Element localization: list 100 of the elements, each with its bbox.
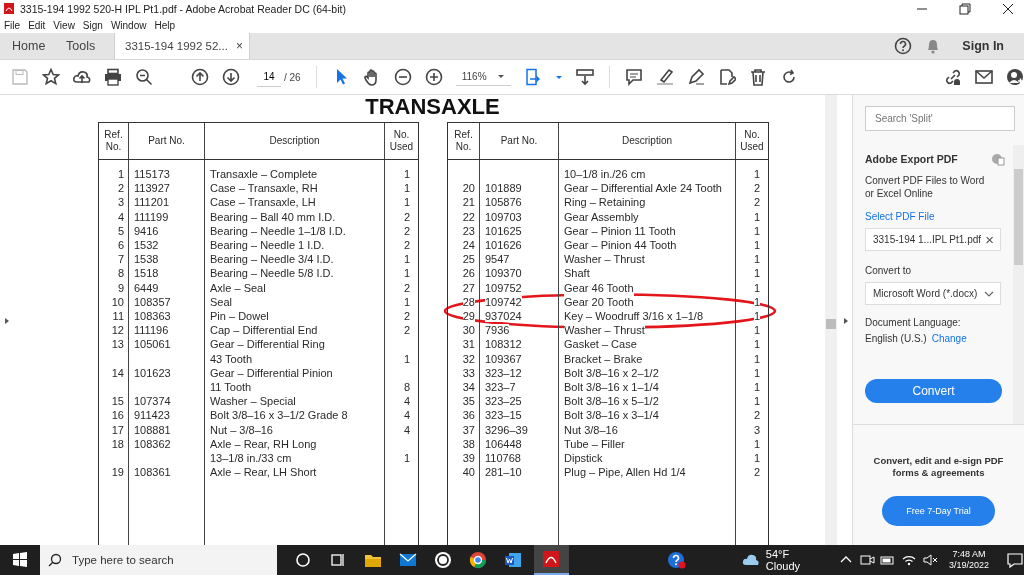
table-cell: 28 [462, 295, 475, 308]
table-cell: 15 [111, 395, 124, 408]
help-icon[interactable] [894, 37, 913, 55]
table-cell: 109370 [485, 267, 522, 280]
file-field[interactable]: 3315-194 1...IPL Pt1.pdf × [865, 228, 1001, 251]
table-cell: 20 [462, 182, 475, 195]
browser-icon[interactable] [468, 551, 487, 569]
taskbar-search-field[interactable]: Type here to search [40, 545, 277, 575]
table-cell: 9416 [134, 224, 159, 237]
circle-logo-icon[interactable] [433, 551, 452, 569]
table-cell: 106448 [485, 437, 522, 450]
table-cell: 23 [462, 224, 475, 237]
table-cell: 101626 [485, 239, 522, 251]
add-user-icon[interactable] [1006, 68, 1024, 86]
zoom-in-icon[interactable] [424, 68, 443, 86]
speaker-muted-icon[interactable] [920, 551, 939, 569]
scroll-mode-icon[interactable] [575, 68, 594, 86]
table-cell: 281–10 [485, 466, 522, 479]
table-cell: 33 [462, 366, 475, 379]
clock-date: 3/19/2022 [948, 560, 989, 571]
zoom-dropdown[interactable]: 116% [455, 68, 511, 86]
table-cell: 12 [111, 324, 124, 337]
menu-item[interactable]: Sign [82, 19, 103, 31]
menu-item[interactable]: Window [110, 19, 147, 31]
convert-button[interactable]: Convert [865, 379, 1002, 403]
menu-item[interactable]: View [53, 19, 75, 31]
zoom-out-magnifier-icon[interactable] [135, 68, 153, 86]
scroll-thumb[interactable] [826, 319, 836, 329]
mail-icon[interactable] [398, 551, 417, 569]
column-header: Ref. No. [453, 128, 474, 154]
free-trial-button[interactable]: Free 7-Day Trial [882, 496, 995, 526]
left-arrow-icon[interactable] [4, 317, 10, 325]
scrollbar[interactable] [825, 95, 837, 545]
table-cell: 111199 [134, 210, 169, 223]
tab[interactable]: Tools [56, 33, 114, 59]
windows-start-icon[interactable] [12, 552, 28, 568]
edit-document-icon[interactable] [717, 68, 736, 86]
right-arrow-icon[interactable] [843, 317, 849, 325]
next-page-icon[interactable] [222, 68, 240, 86]
task-view-icon[interactable] [328, 551, 347, 569]
table-cell: 108361 [134, 466, 171, 479]
table-cell: 101625 [485, 224, 522, 237]
previous-page-icon[interactable] [191, 68, 209, 86]
star-icon[interactable] [42, 68, 60, 86]
table-cell: 323–12 [485, 366, 522, 379]
table-cell: 108362 [134, 437, 171, 450]
menu-item[interactable]: Help [154, 19, 176, 31]
column-header: Description [558, 123, 735, 159]
sign-in-button[interactable]: Sign In [962, 39, 1004, 53]
zoom-out-icon[interactable] [393, 68, 412, 86]
caret-icon[interactable] [554, 73, 563, 81]
scroll-thumb[interactable] [1014, 169, 1023, 265]
restore-icon[interactable] [957, 0, 973, 17]
change-link[interactable]: Change [931, 333, 967, 344]
table-cell: 9 [117, 281, 124, 294]
clear-file-button[interactable]: × [985, 231, 994, 248]
word-icon[interactable] [503, 551, 522, 569]
cloud-documents-icon[interactable] [991, 152, 1005, 166]
field-label: Convert to [865, 265, 913, 276]
table-cell: 34 [462, 381, 475, 394]
table-cell: 108312 [485, 338, 522, 351]
tab[interactable]: Home [0, 33, 56, 59]
language-value: English (U.S.) [865, 333, 927, 344]
pen-icon[interactable] [686, 68, 705, 86]
tab-close-button[interactable]: × [235, 39, 243, 53]
circle-icon[interactable] [293, 551, 312, 569]
pdf-app-icon[interactable] [542, 550, 561, 568]
highlighter-icon[interactable] [655, 68, 674, 86]
mail-icon[interactable] [975, 68, 993, 86]
menu-item[interactable]: File [4, 19, 21, 31]
upload-cloud-icon[interactable] [73, 68, 91, 86]
table-cell: 105061 [134, 338, 171, 351]
table-cell: 7 [117, 253, 124, 266]
table-cell: 111201 [134, 196, 170, 209]
table-cell: 9547 [485, 253, 510, 266]
table-cell: 323–7 [485, 381, 516, 394]
search-field[interactable]: Search 'Split' [865, 106, 1015, 131]
table-cell: 937024 [485, 310, 522, 323]
table-cell: Plug – Pipe, Allen Hd 1/4 [564, 465, 686, 480]
tab[interactable]: 3315-194 1992 52... × [114, 33, 250, 59]
trash-icon[interactable] [748, 68, 767, 86]
comment-icon[interactable] [624, 68, 643, 86]
column-header: Description [204, 123, 384, 159]
format-dropdown[interactable]: Microsoft Word (*.docx) [865, 282, 1001, 305]
table-cell: 36 [462, 409, 475, 422]
help-badge-icon[interactable] [667, 551, 687, 569]
table-cell: 911423 [134, 409, 170, 422]
panel-scrollbar[interactable] [1013, 145, 1024, 424]
table-cell: 111196 [134, 324, 169, 337]
menu-item[interactable]: Edit [28, 19, 46, 31]
print-icon[interactable] [104, 68, 122, 86]
document-title: TRANSAXLE [364, 95, 501, 119]
select-file-link[interactable]: Select PDF File [865, 211, 1013, 222]
panel-heading: Adobe Export PDF [865, 153, 958, 165]
table-cell: 109703 [485, 210, 522, 223]
notification-icon[interactable] [1006, 551, 1024, 569]
fit-page-icon[interactable] [523, 68, 542, 86]
table-cell: Axle – Rear, LH Short [210, 465, 317, 480]
table-cell: 6449 [134, 281, 159, 294]
share-link-icon[interactable] [944, 68, 962, 86]
